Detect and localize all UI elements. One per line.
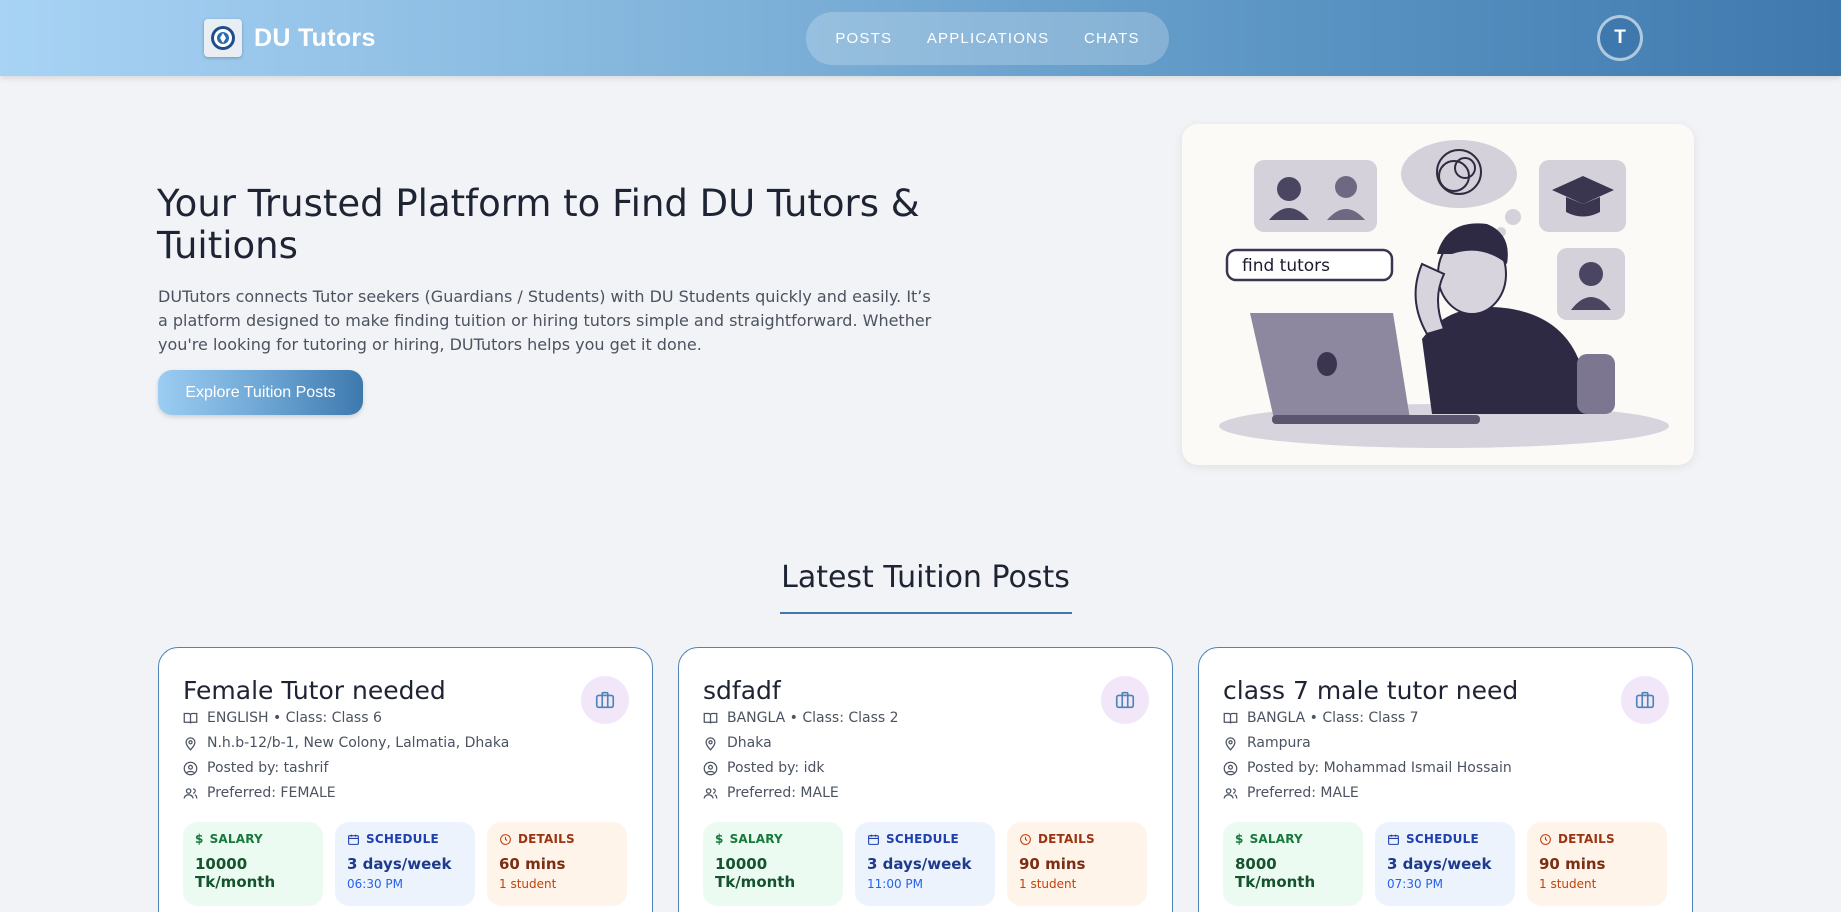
schedule-tile: SCHEDULE 3 days/week 11:00 PM [855, 822, 995, 906]
nav-link-chats[interactable]: CHATS [1084, 30, 1140, 47]
schedule-time: 11:00 PM [867, 877, 923, 891]
hero-illustration: find tutors [1182, 124, 1694, 465]
calendar-icon [348, 834, 359, 845]
post-poster: Posted by: tashrif [183, 760, 328, 776]
duration-value: 60 mins [499, 855, 566, 873]
du-logo-icon [204, 19, 242, 57]
nav-links: POSTS APPLICATIONS CHATS [806, 12, 1169, 65]
post-tiles: $ SALARY 10000 Tk/month SCHEDULE 3 days/w… [183, 822, 627, 906]
user-circle-icon [1223, 761, 1238, 775]
users-icon [1223, 787, 1238, 799]
schedule-value: 3 days/week [347, 855, 452, 873]
post-location: N.h.b-12/b-1, New Colony, Lalmatia, Dhak… [183, 735, 509, 751]
schedule-time: 07:30 PM [1387, 877, 1443, 891]
salary-tile: $ SALARY 10000 Tk/month [703, 822, 843, 906]
details-tile: DETAILS 60 mins 1 student [487, 822, 627, 906]
briefcase-icon [1621, 676, 1669, 724]
post-location: Rampura [1223, 735, 1311, 751]
schedule-value: 3 days/week [867, 855, 972, 873]
illustration-search-text: find tutors [1242, 256, 1330, 276]
user-avatar[interactable]: T [1597, 15, 1643, 61]
post-title: Female Tutor needed [183, 676, 446, 705]
post-preferred: Preferred: MALE [703, 785, 839, 801]
post-preferred: Preferred: FEMALE [183, 785, 336, 801]
book-icon [703, 712, 718, 724]
hero-title: Your Trusted Platform to Find DU Tutors … [157, 182, 920, 267]
calendar-icon [868, 834, 879, 845]
briefcase-icon [581, 676, 629, 724]
nav-link-applications[interactable]: APPLICATIONS [927, 30, 1049, 47]
map-pin-icon [185, 736, 196, 751]
section-underline [780, 612, 1072, 614]
user-circle-icon [183, 761, 198, 775]
duration-value: 90 mins [1539, 855, 1606, 873]
schedule-tile: SCHEDULE 3 days/week 07:30 PM [1375, 822, 1515, 906]
users-icon [183, 787, 198, 799]
navbar: DU Tutors POSTS APPLICATIONS CHATS T [0, 0, 1841, 76]
schedule-time: 06:30 PM [347, 877, 403, 891]
post-subject: ENGLISH • Class: Class 6 [183, 710, 382, 726]
schedule-tile: SCHEDULE 3 days/week 06:30 PM [335, 822, 475, 906]
schedule-value: 3 days/week [1387, 855, 1492, 873]
book-icon [183, 712, 198, 724]
avatar-initial: T [1614, 27, 1626, 48]
calendar-icon [1388, 834, 1399, 845]
post-preferred: Preferred: MALE [1223, 785, 1359, 801]
post-poster: Posted by: Mohammad Ismail Hossain [1223, 760, 1512, 776]
salary-value: 8000 Tk/month [1235, 855, 1316, 891]
map-pin-icon [1225, 736, 1236, 751]
tuition-post-card[interactable]: class 7 male tutor need BANGLA • Class: … [1198, 647, 1693, 912]
section-title: Latest Tuition Posts [781, 560, 1070, 595]
dollar-icon: $ [715, 832, 724, 846]
salary-tile: $ SALARY 8000 Tk/month [1223, 822, 1363, 906]
clock-icon [1020, 833, 1031, 845]
post-tiles: $ SALARY 10000 Tk/month SCHEDULE 3 days/w… [703, 822, 1147, 906]
post-tiles: $ SALARY 8000 Tk/month SCHEDULE 3 days/we… [1223, 822, 1667, 906]
tuition-post-card[interactable]: Female Tutor needed ENGLISH • Class: Cla… [158, 647, 653, 912]
post-title: class 7 male tutor need [1223, 676, 1519, 705]
details-tile: DETAILS 90 mins 1 student [1007, 822, 1147, 906]
user-circle-icon [703, 761, 718, 775]
salary-value: 10000 Tk/month [195, 855, 276, 891]
explore-posts-button[interactable]: Explore Tuition Posts [158, 370, 363, 415]
book-icon [1223, 712, 1238, 724]
tuition-post-card[interactable]: sdfadf BANGLA • Class: Class 2 Dhaka Pos… [678, 647, 1173, 912]
dollar-icon: $ [195, 832, 204, 846]
students-value: 1 student [1019, 877, 1077, 891]
brand-name: DU Tutors [254, 23, 376, 52]
map-pin-icon [705, 736, 716, 751]
students-value: 1 student [1539, 877, 1597, 891]
nav-link-posts[interactable]: POSTS [835, 30, 892, 47]
post-location: Dhaka [703, 735, 772, 751]
clock-icon [500, 833, 511, 845]
salary-tile: $ SALARY 10000 Tk/month [183, 822, 323, 906]
post-poster: Posted by: idk [703, 760, 824, 776]
users-icon [703, 787, 718, 799]
post-title: sdfadf [703, 676, 781, 705]
briefcase-icon [1101, 676, 1149, 724]
hero-description: DUTutors connects Tutor seekers (Guardia… [158, 287, 932, 354]
brand[interactable]: DU Tutors [204, 19, 376, 57]
details-tile: DETAILS 90 mins 1 student [1527, 822, 1667, 906]
clock-icon [1540, 833, 1551, 845]
duration-value: 90 mins [1019, 855, 1086, 873]
post-subject: BANGLA • Class: Class 7 [1223, 710, 1419, 726]
salary-value: 10000 Tk/month [715, 855, 796, 891]
students-value: 1 student [499, 877, 557, 891]
post-subject: BANGLA • Class: Class 2 [703, 710, 899, 726]
dollar-icon: $ [1235, 832, 1244, 846]
